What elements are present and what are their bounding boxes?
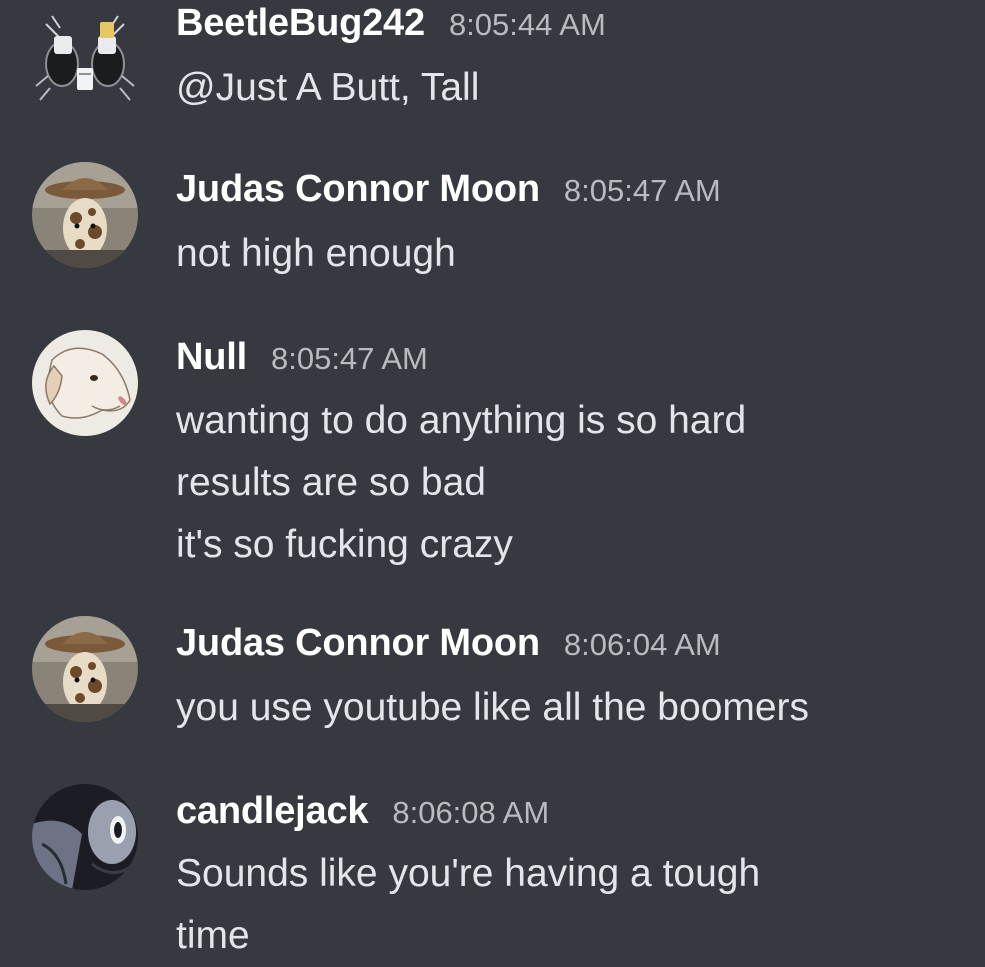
bug-mugs-avatar-icon[interactable] bbox=[32, 6, 138, 112]
timestamp: 8:05:44 AM bbox=[448, 7, 606, 42]
message-header: Judas Connor Moon 8:06:04 AM bbox=[176, 622, 721, 665]
timestamp: 8:06:08 AM bbox=[392, 795, 550, 830]
message-content: Sounds like you're having a tough time bbox=[176, 843, 760, 967]
message-line: results are so bad bbox=[176, 461, 487, 504]
message-line: you use youtube like all the boomers bbox=[176, 686, 810, 729]
message-header: Judas Connor Moon 8:05:47 AM bbox=[176, 168, 721, 211]
username[interactable]: Null bbox=[176, 336, 247, 378]
username[interactable]: candlejack bbox=[176, 790, 369, 832]
message-content: not high enough bbox=[176, 223, 456, 285]
timestamp: 8:05:47 AM bbox=[563, 173, 721, 208]
robot-avatar-icon[interactable] bbox=[32, 784, 138, 890]
giraffe-cowboy-avatar-icon[interactable] bbox=[32, 162, 138, 268]
message-line: time bbox=[176, 914, 250, 957]
message-line: wanting to do anything is so hard bbox=[176, 399, 747, 442]
username[interactable]: Judas Connor Moon bbox=[176, 168, 540, 210]
message-line: it's so fucking crazy bbox=[176, 523, 513, 566]
username[interactable]: Judas Connor Moon bbox=[176, 622, 540, 664]
timestamp: 8:06:04 AM bbox=[563, 627, 721, 662]
message-content: wanting to do anything is so hard result… bbox=[176, 390, 746, 576]
message-line: not high enough bbox=[176, 232, 456, 275]
dog-avatar-icon[interactable] bbox=[32, 330, 138, 436]
message-content: you use youtube like all the boomers bbox=[176, 677, 809, 739]
giraffe-cowboy-avatar-icon[interactable] bbox=[32, 616, 138, 722]
message-line: @Just A Butt, Tall bbox=[176, 66, 480, 109]
timestamp: 8:05:47 AM bbox=[270, 341, 428, 376]
message-line: Sounds like you're having a tough bbox=[176, 852, 761, 895]
message-header: BeetleBug242 8:05:44 AM bbox=[176, 2, 606, 45]
username[interactable]: BeetleBug242 bbox=[176, 2, 425, 44]
message-content: @Just A Butt, Tall bbox=[176, 57, 479, 119]
message-header: candlejack 8:06:08 AM bbox=[176, 790, 549, 833]
message-header: Null 8:05:47 AM bbox=[176, 336, 428, 379]
